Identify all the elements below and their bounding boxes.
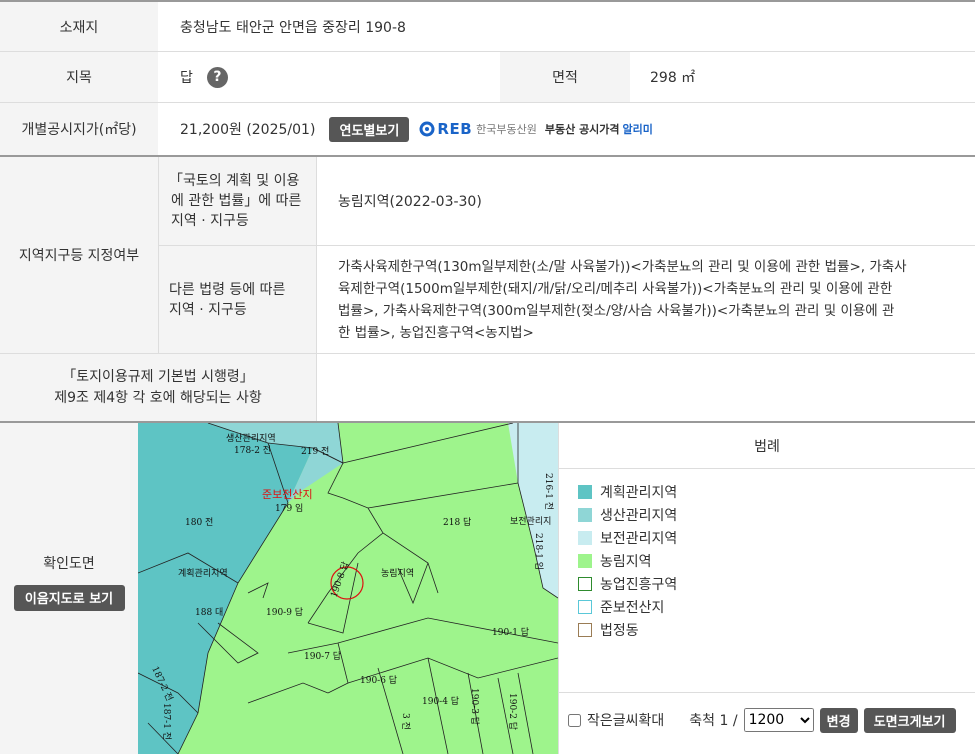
map-label: 180 전 (185, 517, 213, 528)
zoning-row2-value-line4: 한 법률>, 농업진흥구역<농지법> (338, 324, 534, 341)
map-section-label: 확인도면 (43, 555, 95, 572)
map-label: 준보전산지 (262, 488, 313, 501)
zoning-row1-label: 「국토의 계획 및 이용 에 관한 법률」에 따른 지역 · 지구등 (159, 157, 316, 245)
legend-label: 계획관리지역 (600, 485, 678, 501)
zoning-row1-label-line3: 지역 · 지구등 (171, 213, 249, 229)
regulation-value (317, 354, 975, 421)
location-label: 소재지 (0, 2, 158, 51)
change-scale-button[interactable]: 변경 (819, 707, 858, 733)
map-controls: 작은글씨확대 축척 1 / 1200 변경 도면크게보기 (568, 705, 956, 735)
map-label: 농림지역 (381, 567, 414, 579)
regulation-label: 「토지이용규제 기본법 시행령」 제9조 제4항 각 호에 해당되는 사항 (0, 354, 316, 421)
reb-link[interactable]: REB 한국부동산원 부동산 공시가격 알리미 (419, 120, 653, 138)
map-label: 190-7 답 (304, 650, 341, 662)
reb-org: 한국부동산원 (476, 123, 537, 136)
zoning-row1-value: 농림지역(2022-03-30) (338, 194, 482, 210)
zoning-row1-label-line2: 에 관한 법률」에 따른 (171, 193, 302, 209)
zoning-row2-value-line2: 육제한구역(1500m일부제한(돼지/개/닭/오리/메추리 사육불가))<가축분… (338, 280, 893, 297)
location-value: 충청남도 태안군 안면읍 중장리 190-8 (180, 19, 406, 36)
legend-item: 농림지역 (578, 551, 652, 571)
row-divider (559, 692, 975, 693)
regulation-label-line1: 「토지이용규제 기본법 시행령」 (62, 368, 254, 385)
small-text-label[interactable]: 작은글씨확대 (587, 710, 664, 730)
small-text-checkbox[interactable] (568, 713, 581, 727)
jimok-cell: 답 ? (158, 52, 500, 102)
legend-item: 보전관리지역 (578, 528, 677, 548)
reb-logo-text: REB (437, 120, 473, 138)
enlarge-map-button[interactable]: 도면크게보기 (863, 707, 956, 733)
legend-title: 범례 (754, 438, 780, 455)
map-label: 생산관리지역 (226, 433, 276, 444)
reb-service-prefix: 부동산 공시가격 (544, 123, 620, 136)
jimok-value: 답 (180, 70, 193, 86)
map-label: 178-2 전 (234, 445, 271, 456)
legend-label: 생산관리지역 (600, 508, 678, 524)
row-divider (559, 468, 975, 469)
map-label: 219 전 (301, 446, 329, 457)
price-cell: 21,200원 (2025/01) 연도별보기 REB 한국부동산원 부동산 공… (158, 103, 975, 155)
map-label: 190-6 답 (360, 674, 397, 686)
zoning-row2-label-line2: 지역 · 지구등 (169, 301, 247, 318)
area-label: 면적 (500, 52, 630, 102)
zoning-row1-label-line1: 「국토의 계획 및 이용 (169, 173, 300, 189)
legend-swatch (578, 531, 592, 545)
scale-select[interactable]: 1200 (743, 708, 814, 732)
col-divider (558, 423, 559, 754)
parcel-map-svg: 생산관리지역 178-2 전 219 전 준보전산지 179 임 180 전 2… (138, 423, 558, 754)
legend-label: 농림지역 (600, 554, 652, 570)
legend-label: 법정동 (600, 623, 639, 639)
zoning-row2-label: 다른 법령 등에 따른 지역 · 지구등 (159, 246, 316, 353)
regulation-label-line2: 제9조 제4항 각 호에 해당되는 사항 (54, 389, 262, 406)
view-eum-map-button[interactable]: 이음지도로 보기 (13, 584, 125, 611)
price-value: 21,200원 (2025/01) (180, 122, 316, 138)
legend-swatch (578, 623, 592, 637)
area-value: 298 ㎡ (650, 70, 696, 86)
zoning-row2-value: 가축사육제한구역(130m일부제한(소/말 사육불가))<가축분뇨의 관리 및 … (316, 246, 975, 353)
zoning-row2-value-line1: 가축사육제한구역(130m일부제한(소/말 사육불가))<가축분뇨의 관리 및 … (338, 258, 907, 275)
scale-label: 축척 1 / (689, 713, 738, 729)
map-label: 216-1 전 (543, 473, 554, 510)
legend-swatch (578, 600, 592, 614)
map-label: 190-9 답 (266, 606, 303, 618)
map-label: 179 임 (275, 502, 303, 514)
price-label: 개별공시지가(㎡당) (0, 103, 158, 155)
map-label: 190-3 답 (469, 688, 481, 725)
legend-item: 계획관리지역 (578, 482, 677, 502)
map-label: 3 전 (400, 713, 411, 730)
map-label: 188 대 (195, 607, 223, 618)
zoning-row2-label-line1: 다른 법령 등에 따른 (169, 281, 286, 298)
zoning-label: 지역지구등 지정여부 (0, 157, 158, 353)
legend-label: 준보전산지 (600, 600, 665, 616)
legend-swatch (578, 577, 592, 591)
reb-service-suffix: 알리미 (622, 123, 653, 136)
legend-item: 준보전산지 (578, 597, 664, 617)
map-label: 190-4 답 (422, 695, 459, 707)
legend-item: 생산관리지역 (578, 505, 677, 525)
map-label: 187-1 전 (161, 703, 172, 740)
jimok-label: 지목 (0, 52, 158, 102)
reb-logo-icon (419, 121, 437, 137)
legend-swatch (578, 485, 592, 499)
yearly-view-button[interactable]: 연도별보기 (329, 116, 410, 142)
legend-label: 농업진흥구역 (600, 577, 678, 593)
map-label: 보전관리지 (510, 516, 551, 527)
legend-label: 보전관리지역 (600, 531, 678, 547)
map-label: 190-2 답 (507, 693, 519, 730)
map-label: 190-1 답 (492, 626, 529, 638)
legend-swatch (578, 508, 592, 522)
zoning-row2-value-line3: 법률>, 가축사육제한구역(300m일부제한(젖소/양/사슴 사육불가))<가축… (338, 302, 895, 319)
map-label: 218 답 (443, 516, 471, 528)
map-label-cell: 확인도면 이음지도로 보기 (0, 423, 138, 754)
legend-item: 농업진흥구역 (578, 574, 677, 594)
legend-swatch (578, 554, 592, 568)
land-use-confirmation-page: 소재지 충청남도 태안군 안면읍 중장리 190-8 지목 답 ? 면적 298… (0, 0, 975, 754)
help-icon[interactable]: ? (206, 66, 228, 88)
legend-item: 법정동 (578, 620, 639, 640)
parcel-map[interactable]: 생산관리지역 178-2 전 219 전 준보전산지 179 임 180 전 2… (138, 423, 558, 754)
map-label: 계획관리지역 (178, 567, 228, 579)
map-label: 218-1 임 (533, 533, 545, 570)
